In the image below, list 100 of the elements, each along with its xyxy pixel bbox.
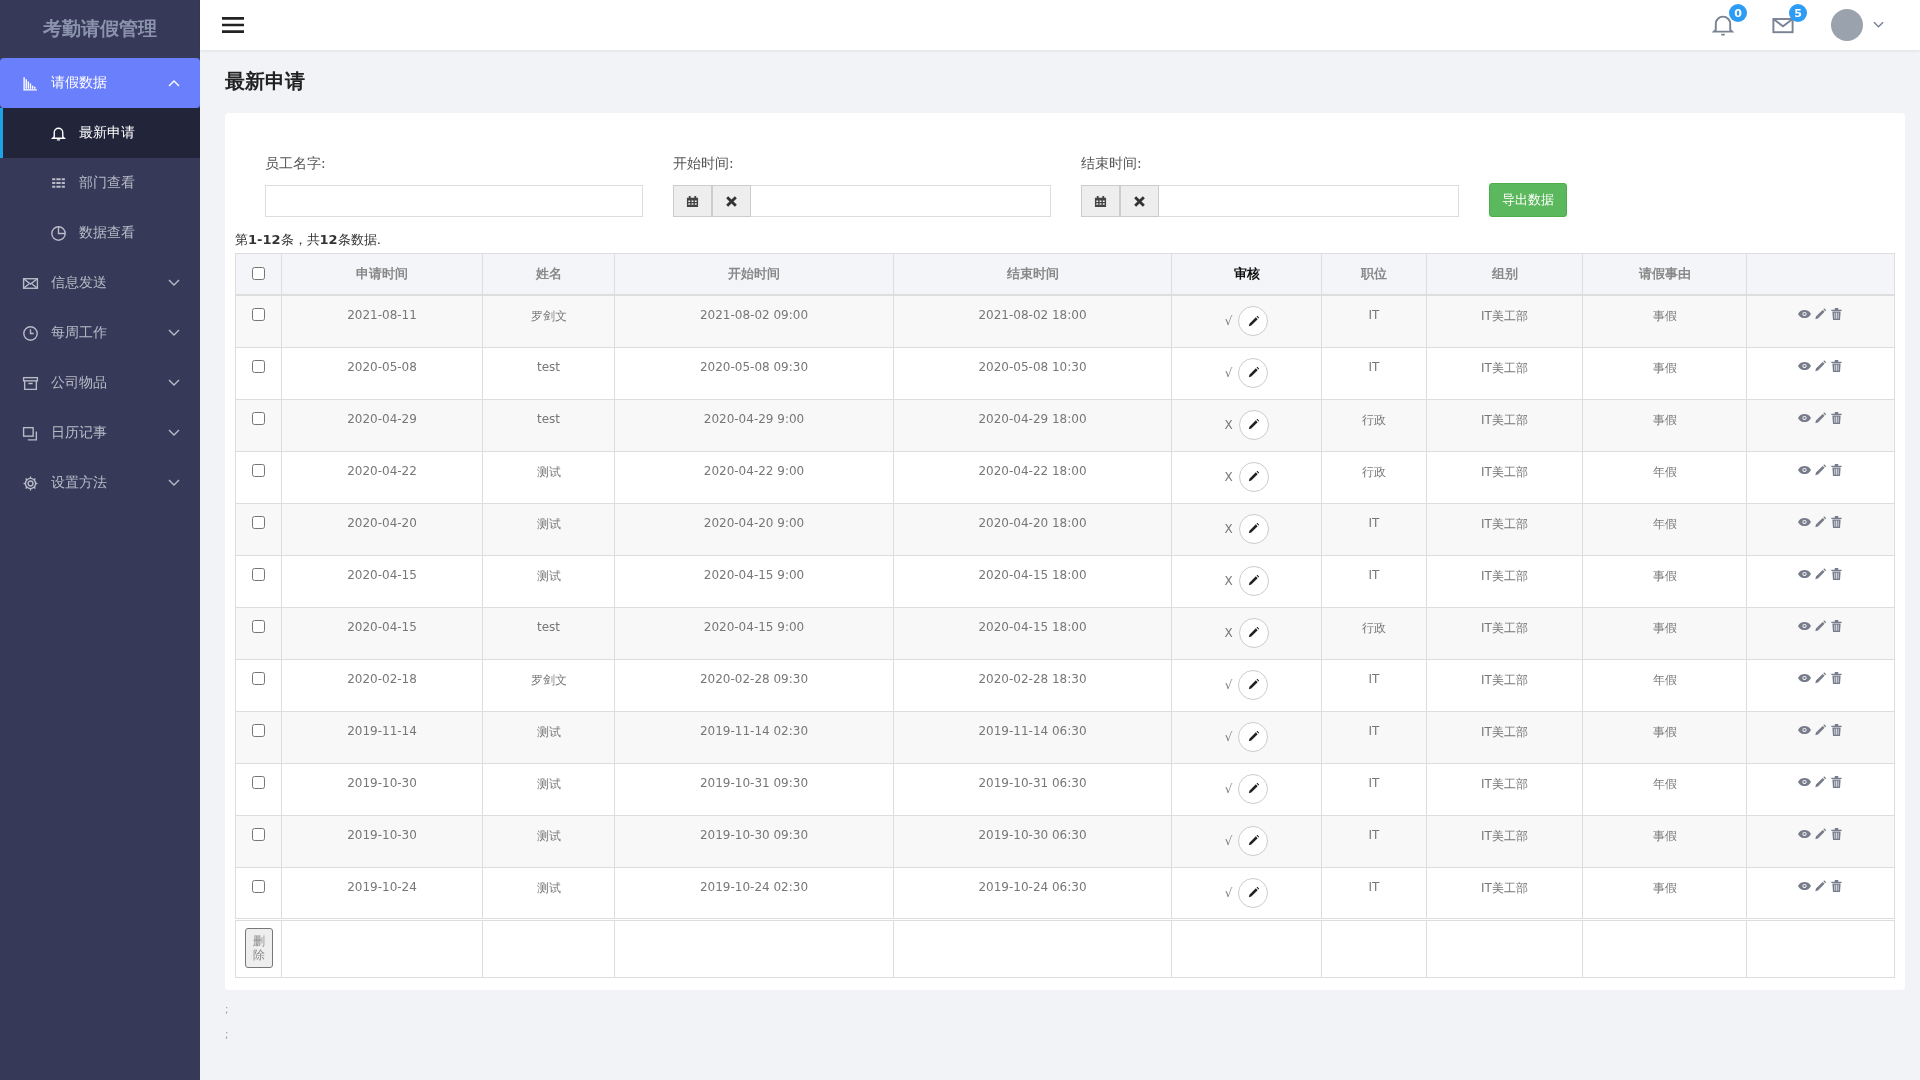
submenu-item[interactable]: 数据查看	[0, 208, 200, 258]
chevron-down-icon	[168, 429, 180, 437]
trash-icon[interactable]	[1830, 359, 1843, 372]
select-all-checkbox[interactable]	[252, 267, 265, 280]
sidebar-item[interactable]: 信息发送	[0, 258, 200, 308]
view-icon[interactable]	[1798, 463, 1811, 476]
view-icon[interactable]	[1798, 359, 1811, 372]
submenu-item[interactable]: 最新申请	[0, 108, 200, 158]
view-icon[interactable]	[1798, 775, 1811, 788]
pencil-icon[interactable]	[1814, 879, 1827, 892]
view-icon[interactable]	[1798, 723, 1811, 736]
edit-audit-button[interactable]	[1238, 357, 1269, 388]
calendar-button[interactable]	[1081, 185, 1120, 217]
end-date-field[interactable]	[1159, 185, 1459, 217]
sidebar-item[interactable]: 设置方法	[0, 458, 200, 508]
row-checkbox[interactable]	[252, 619, 265, 633]
pencil-icon[interactable]	[1814, 411, 1827, 424]
clear-button[interactable]	[1120, 185, 1159, 217]
column-header: 结束时间	[1006, 266, 1059, 281]
row-checkbox[interactable]	[252, 359, 265, 373]
edit-audit-button[interactable]	[1238, 669, 1269, 700]
chevron-down-icon[interactable]	[1873, 21, 1884, 29]
trash-icon[interactable]	[1830, 411, 1843, 424]
pencil-icon[interactable]	[1814, 567, 1827, 580]
view-icon[interactable]	[1798, 411, 1811, 424]
copy-icon	[22, 424, 39, 442]
sort-link[interactable]: 审核	[1233, 266, 1260, 281]
table-cell: 测试	[536, 776, 561, 791]
edit-audit-button[interactable]	[1238, 617, 1269, 648]
edit-audit-button[interactable]	[1238, 773, 1269, 804]
trash-icon[interactable]	[1830, 619, 1843, 632]
row-checkbox[interactable]	[252, 463, 265, 477]
view-icon[interactable]	[1798, 827, 1811, 840]
pencil-icon[interactable]	[1814, 463, 1827, 476]
view-icon[interactable]	[1798, 515, 1811, 528]
row-checkbox[interactable]	[252, 775, 265, 789]
sidebar-item[interactable]: 公司物品	[0, 358, 200, 408]
view-icon[interactable]	[1798, 619, 1811, 632]
row-checkbox[interactable]	[252, 671, 265, 685]
row-checkbox[interactable]	[252, 879, 265, 893]
calendar-icon	[1094, 194, 1107, 208]
pencil-icon	[1246, 678, 1260, 691]
trash-icon[interactable]	[1830, 515, 1843, 528]
table-cell: 测试	[536, 880, 561, 895]
view-icon[interactable]	[1798, 671, 1811, 684]
view-icon[interactable]	[1798, 308, 1811, 320]
trash-icon[interactable]	[1830, 879, 1843, 892]
pencil-icon[interactable]	[1814, 723, 1827, 736]
pencil-icon[interactable]	[1814, 359, 1827, 372]
trash-icon[interactable]	[1830, 567, 1843, 580]
submenu-item[interactable]: 部门查看	[0, 158, 200, 208]
table-cell: 2019-11-14	[347, 723, 417, 738]
trash-icon[interactable]	[1830, 775, 1843, 788]
edit-audit-button[interactable]	[1238, 877, 1269, 908]
pencil-icon[interactable]	[1814, 515, 1827, 528]
delete-button[interactable]: 删除	[244, 928, 273, 968]
trash-icon[interactable]	[1830, 463, 1843, 476]
pencil-icon[interactable]	[1814, 775, 1827, 788]
bell-icon[interactable]	[1711, 13, 1735, 37]
pencil-icon	[1247, 574, 1261, 587]
close-icon	[1133, 194, 1146, 208]
clear-button[interactable]	[712, 185, 751, 217]
row-checkbox[interactable]	[252, 827, 265, 841]
view-icon[interactable]	[1798, 879, 1811, 892]
edit-audit-button[interactable]	[1238, 825, 1269, 856]
edit-audit-button[interactable]	[1238, 721, 1269, 752]
table-cell: 事假	[1652, 724, 1677, 739]
pencil-icon[interactable]	[1814, 308, 1827, 320]
pencil-icon[interactable]	[1814, 827, 1827, 840]
pencil-icon	[1246, 886, 1260, 899]
trash-icon[interactable]	[1830, 827, 1843, 840]
pencil-icon	[1247, 418, 1261, 431]
row-checkbox[interactable]	[252, 567, 265, 581]
start-date-field[interactable]	[751, 185, 1051, 217]
table-cell: 2020-04-15 9:00	[703, 567, 805, 582]
menu-icon[interactable]	[222, 16, 244, 34]
avatar[interactable]	[1831, 9, 1863, 41]
edit-audit-button[interactable]	[1238, 306, 1269, 336]
pencil-icon[interactable]	[1814, 619, 1827, 632]
edit-audit-button[interactable]	[1238, 461, 1269, 492]
row-checkbox[interactable]	[252, 411, 265, 425]
trash-icon[interactable]	[1830, 723, 1843, 736]
edit-audit-button[interactable]	[1238, 565, 1269, 596]
row-checkbox[interactable]	[252, 308, 265, 321]
sidebar-item[interactable]: 每周工作	[0, 308, 200, 358]
sidebar-item[interactable]: 请假数据	[0, 58, 200, 108]
sidebar-item[interactable]: 日历记事	[0, 408, 200, 458]
clock-icon	[22, 324, 39, 342]
view-icon[interactable]	[1798, 567, 1811, 580]
edit-audit-button[interactable]	[1238, 409, 1269, 440]
trash-icon[interactable]	[1830, 671, 1843, 684]
table-cell: IT美工部	[1481, 516, 1528, 531]
row-checkbox[interactable]	[252, 723, 265, 737]
pencil-icon[interactable]	[1814, 671, 1827, 684]
employee-name-field[interactable]	[265, 185, 643, 217]
row-checkbox[interactable]	[252, 515, 265, 529]
calendar-button[interactable]	[673, 185, 712, 217]
table-cell: 年假	[1652, 516, 1677, 531]
trash-icon[interactable]	[1830, 308, 1843, 320]
edit-audit-button[interactable]	[1238, 513, 1269, 544]
